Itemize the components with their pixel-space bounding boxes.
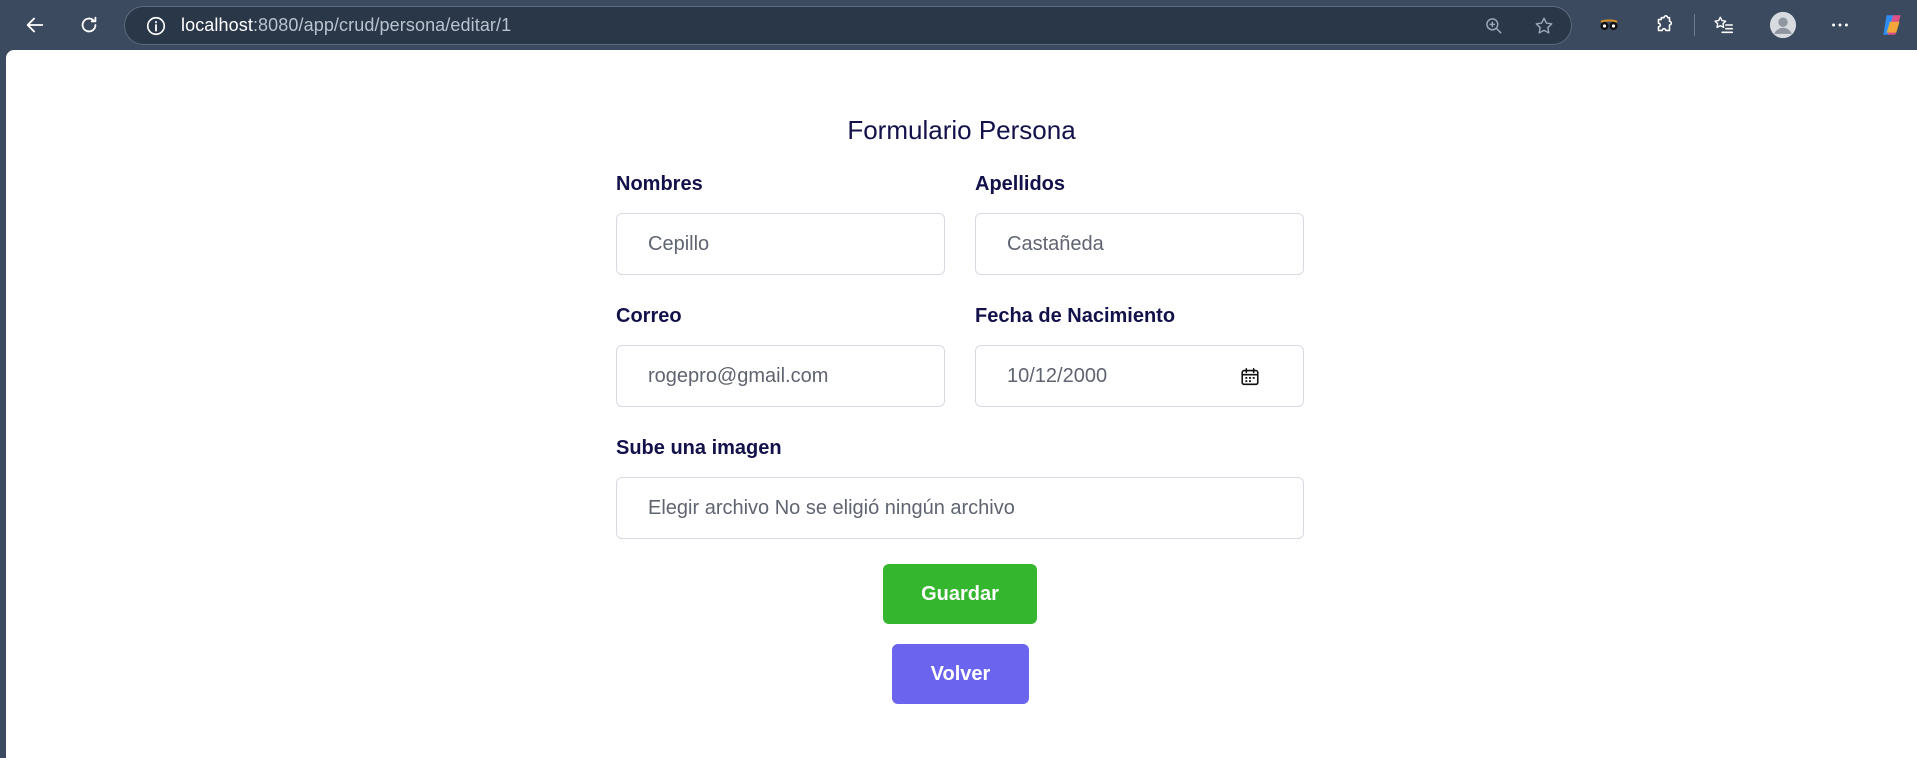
address-bar[interactable]: localhost:8080/app/crud/persona/editar/1 <box>124 6 1572 45</box>
copilot-icon[interactable] <box>1877 10 1907 40</box>
nombres-input[interactable]: Cepillo <box>616 213 945 275</box>
toolbar-separator <box>1694 14 1695 36</box>
browser-toolbar: localhost:8080/app/crud/persona/editar/1 <box>0 0 1917 50</box>
guardar-button[interactable]: Guardar <box>883 564 1037 624</box>
more-options-icon[interactable] <box>1825 10 1855 40</box>
nombres-value: Cepillo <box>648 232 710 255</box>
apellidos-value: Castañeda <box>1007 232 1104 255</box>
apellidos-input[interactable]: Castañeda <box>975 213 1304 275</box>
apellidos-label: Apellidos <box>975 173 1066 195</box>
imagen-label: Sube una imagen <box>616 437 782 459</box>
arrow-left-icon <box>26 17 44 33</box>
favorites-list-icon[interactable] <box>1709 10 1739 40</box>
back-button[interactable] <box>16 6 54 44</box>
form-title: Formulario Persona <box>847 115 1076 145</box>
url-host: localhost <box>181 15 253 35</box>
calendar-icon[interactable] <box>1239 366 1261 388</box>
correo-input[interactable]: rogepro@gmail.com <box>616 345 945 407</box>
nombres-label: Nombres <box>616 173 703 195</box>
imagen-file-input[interactable]: Elegir archivo No se eligió ningún archi… <box>616 477 1304 539</box>
fecha-label: Fecha de Nacimiento <box>975 305 1176 327</box>
imagen-value: Elegir archivo No se eligió ningún archi… <box>648 496 1015 519</box>
reload-button[interactable] <box>70 6 108 44</box>
favorite-star-icon[interactable] <box>1533 15 1555 37</box>
url-text[interactable]: localhost:8080/app/crud/persona/editar/1 <box>181 15 511 36</box>
zoom-icon[interactable] <box>1483 15 1505 37</box>
correo-value: rogepro@gmail.com <box>648 364 829 387</box>
correo-label: Correo <box>616 305 682 327</box>
volver-button[interactable]: Volver <box>892 644 1029 704</box>
site-info-icon[interactable] <box>145 15 167 37</box>
fecha-nacimiento-input[interactable]: 10/12/2000 <box>975 345 1304 407</box>
fecha-value: 10/12/2000 <box>1007 364 1108 387</box>
url-path: :8080/app/crud/persona/editar/1 <box>252 15 512 35</box>
extension-glasses-icon[interactable] <box>1594 10 1624 40</box>
profile-avatar-icon[interactable] <box>1768 10 1798 40</box>
extensions-puzzle-icon[interactable] <box>1649 10 1679 40</box>
page-content: Formulario Persona Nombres Cepillo Apell… <box>6 50 1917 758</box>
reload-icon <box>81 16 97 33</box>
